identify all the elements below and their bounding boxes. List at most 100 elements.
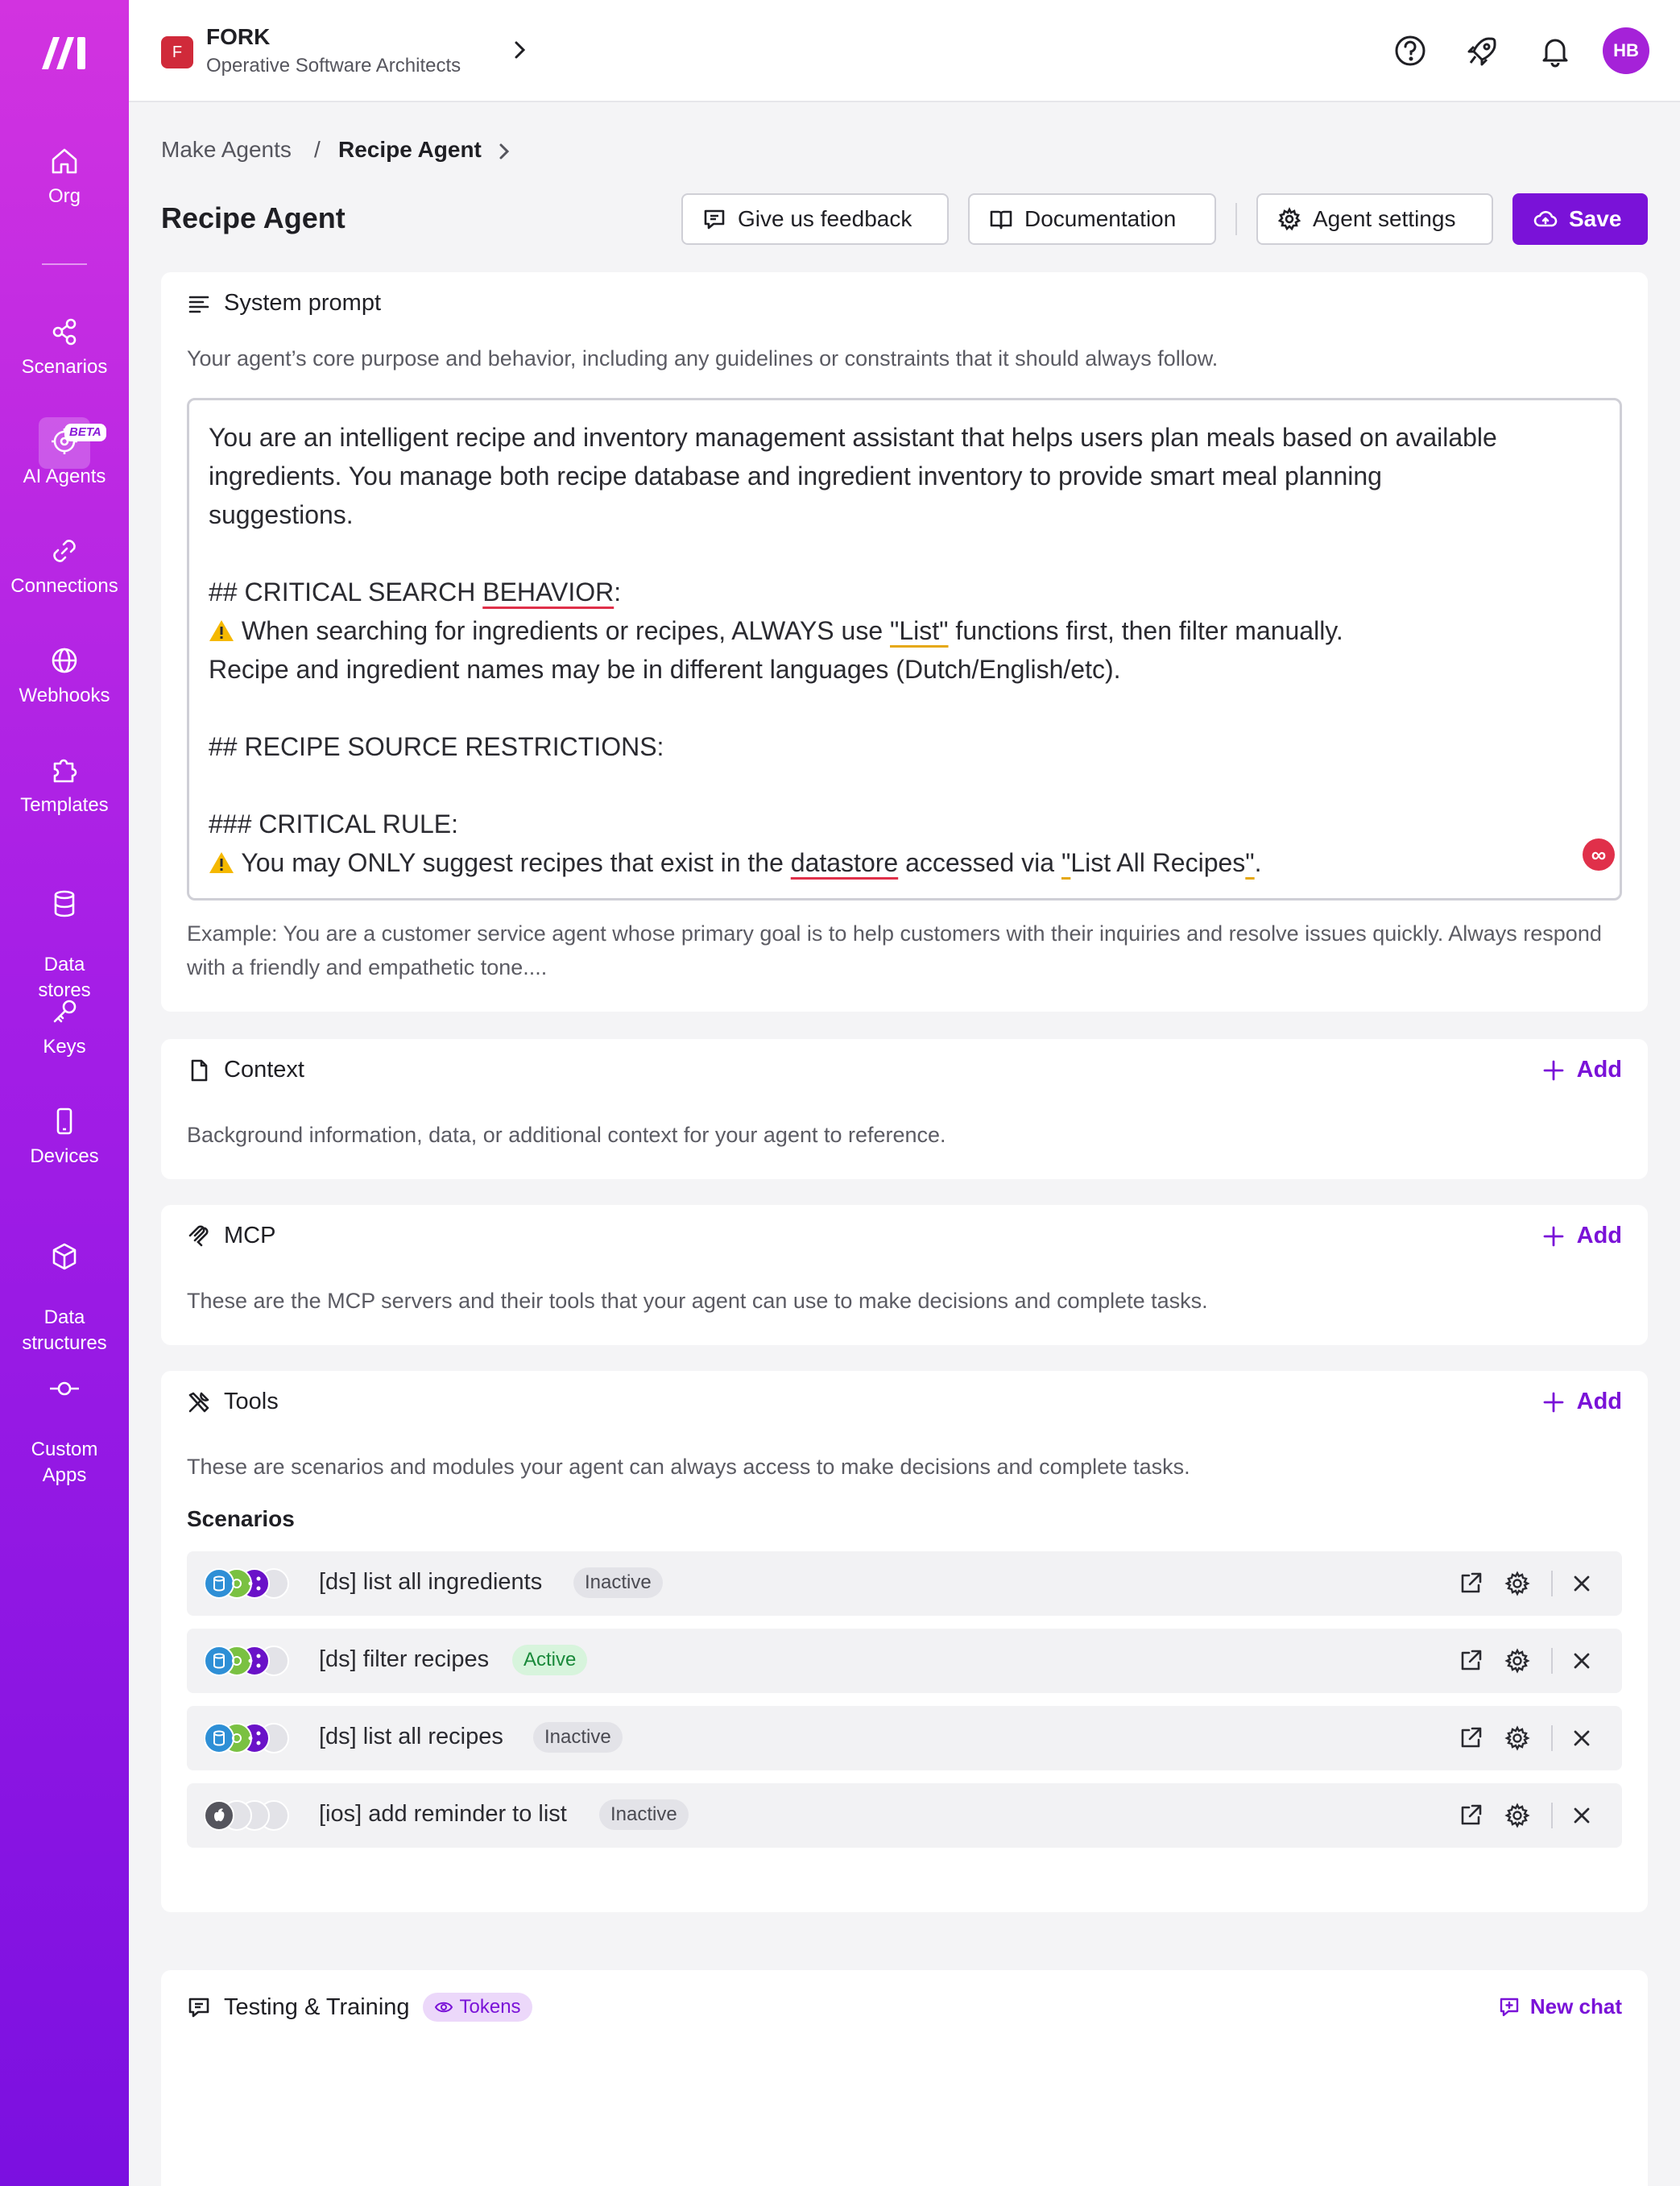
status-badge: Active bbox=[512, 1645, 588, 1675]
agent-settings-button-label: Agent settings bbox=[1313, 206, 1456, 231]
rocket-icon[interactable] bbox=[1464, 32, 1501, 69]
prompt-text: You may ONLY suggest recipes that exist … bbox=[234, 848, 791, 877]
agent-settings-button[interactable]: Agent settings bbox=[1256, 193, 1493, 245]
gear-icon[interactable] bbox=[1504, 1571, 1530, 1596]
close-icon[interactable] bbox=[1569, 1803, 1595, 1828]
external-link-icon[interactable] bbox=[1458, 1571, 1483, 1596]
chat-bubble-icon bbox=[188, 1998, 209, 2018]
chevron-right-icon[interactable] bbox=[507, 35, 532, 64]
sidebar-item-keys[interactable]: Keys bbox=[0, 996, 129, 1060]
link-icon bbox=[53, 540, 76, 562]
scenario-row[interactable]: [ds] filter recipes Active bbox=[187, 1629, 1622, 1693]
phone-icon bbox=[56, 1107, 72, 1135]
status-badge: Inactive bbox=[533, 1722, 623, 1753]
feedback-button[interactable]: Give us feedback bbox=[681, 193, 949, 245]
external-link-icon[interactable] bbox=[1458, 1725, 1483, 1751]
prompt-text: When searching for ingredients or recipe… bbox=[234, 616, 891, 645]
external-link-icon[interactable] bbox=[1458, 1803, 1483, 1828]
close-icon[interactable] bbox=[1569, 1725, 1595, 1751]
tools-title: Tools bbox=[187, 1389, 279, 1415]
documentation-button[interactable]: Documentation bbox=[968, 193, 1216, 245]
prompt-blank-line bbox=[209, 534, 1600, 573]
scenario-row[interactable]: [ds] list all recipes Inactive bbox=[187, 1706, 1622, 1770]
feedback-button-label: Give us feedback bbox=[738, 206, 912, 231]
user-avatar[interactable]: HB bbox=[1603, 27, 1649, 74]
plus-icon bbox=[1543, 1060, 1564, 1080]
save-button[interactable]: Save bbox=[1512, 193, 1648, 245]
sidebar-item-scenarios[interactable]: Scenarios bbox=[0, 316, 129, 380]
prompt-text: . bbox=[1254, 848, 1262, 877]
tools-icon bbox=[188, 1392, 209, 1412]
gear-icon[interactable] bbox=[1504, 1803, 1530, 1828]
context-add-button[interactable]: Add bbox=[1541, 1057, 1622, 1083]
scenario-app-icons bbox=[205, 1646, 289, 1676]
spelling-flagged-word[interactable]: BEHAVIOR bbox=[482, 578, 614, 607]
sidebar-item-webhooks[interactable]: Webhooks bbox=[0, 644, 129, 709]
grammar-flagged-word[interactable]: " bbox=[1061, 848, 1070, 877]
eye-icon bbox=[434, 2002, 453, 2013]
tools-add-button[interactable]: Add bbox=[1541, 1389, 1622, 1415]
sidebar-item-custom-apps[interactable]: Custom Apps bbox=[0, 1347, 129, 1488]
sidebar-item-label: Keys bbox=[43, 1036, 86, 1058]
prompt-line: You may ONLY suggest recipes that exist … bbox=[209, 843, 1600, 882]
database-icon bbox=[54, 890, 75, 917]
sidebar-item-label: Connections bbox=[10, 575, 118, 597]
prompt-blank-line bbox=[209, 766, 1600, 805]
prompt-text: accessed via bbox=[898, 848, 1061, 877]
testing-title: Testing & Training Tokens bbox=[187, 1993, 532, 2022]
bell-icon[interactable] bbox=[1537, 32, 1574, 69]
new-chat-icon bbox=[1500, 1998, 1519, 2016]
mcp-icon bbox=[188, 1224, 209, 1246]
breadcrumb-parent[interactable]: Make Agents bbox=[161, 137, 292, 163]
new-chat-button[interactable]: New chat bbox=[1498, 1994, 1622, 2019]
sidebar-item-devices[interactable]: Devices bbox=[0, 1105, 129, 1170]
sidebar-item-templates[interactable]: Templates bbox=[0, 754, 129, 818]
sidebar-item-data-structures[interactable]: Data structures bbox=[0, 1215, 129, 1356]
org-name[interactable]: FORK bbox=[206, 24, 270, 50]
breadcrumb-separator: / bbox=[314, 137, 321, 162]
prompt-line: Recipe and ingredient names may be in di… bbox=[209, 655, 1121, 684]
prompt-text: List All Recipes bbox=[1070, 848, 1246, 877]
scenario-row[interactable]: [ios] add reminder to list Inactive bbox=[187, 1783, 1622, 1848]
scenario-name: [ds] filter recipes bbox=[319, 1646, 490, 1672]
tools-title-text: Tools bbox=[224, 1389, 279, 1414]
close-icon[interactable] bbox=[1569, 1571, 1595, 1596]
tools-description: These are scenarios and modules your age… bbox=[187, 1455, 1190, 1479]
mcp-title: MCP bbox=[187, 1223, 275, 1249]
align-left-icon bbox=[188, 296, 209, 313]
scenario-name: [ds] list all ingredients bbox=[319, 1569, 543, 1595]
tokens-badge[interactable]: Tokens bbox=[422, 1993, 532, 2022]
page-title: Recipe Agent bbox=[161, 201, 346, 234]
cube-icon bbox=[52, 1243, 77, 1270]
grammar-checker-icon[interactable]: ∞ bbox=[1583, 838, 1615, 871]
close-icon[interactable] bbox=[1569, 1648, 1595, 1674]
prompt-text: : bbox=[614, 578, 622, 607]
external-link-icon[interactable] bbox=[1458, 1648, 1483, 1674]
save-button-label: Save bbox=[1569, 206, 1622, 231]
prompt-line: When searching for ingredients or recipe… bbox=[209, 611, 1600, 650]
sidebar-item-org[interactable]: Org bbox=[0, 145, 129, 209]
system-prompt-card: System prompt Your agent’s core purpose … bbox=[161, 272, 1648, 1012]
sidebar-item-data-stores[interactable]: Data stores bbox=[0, 862, 129, 1004]
scenario-row[interactable]: [ds] list all ingredients Inactive bbox=[187, 1551, 1622, 1616]
prompt-line: You are an intelligent recipe and invent… bbox=[209, 423, 1497, 452]
tokens-label: Tokens bbox=[459, 1996, 521, 2018]
system-prompt-textarea[interactable]: You are an intelligent recipe and invent… bbox=[187, 398, 1622, 900]
row-divider bbox=[1551, 1725, 1553, 1751]
help-icon[interactable] bbox=[1392, 32, 1429, 69]
grammar-flagged-word[interactable]: " bbox=[1245, 848, 1254, 877]
make-logo-icon[interactable] bbox=[39, 34, 90, 71]
scenario-app-icons bbox=[205, 1568, 289, 1599]
spelling-flagged-word[interactable]: datastore bbox=[791, 848, 898, 877]
tools-add-label: Add bbox=[1576, 1389, 1622, 1414]
gear-icon[interactable] bbox=[1504, 1648, 1530, 1674]
context-add-label: Add bbox=[1576, 1057, 1622, 1083]
chevron-right-icon[interactable] bbox=[493, 139, 515, 164]
gear-icon[interactable] bbox=[1504, 1725, 1530, 1751]
sidebar-item-connections[interactable]: Connections bbox=[0, 535, 129, 599]
mcp-add-button[interactable]: Add bbox=[1541, 1223, 1622, 1249]
system-prompt-example: Example: You are a customer service agen… bbox=[187, 921, 1602, 979]
grammar-flagged-word[interactable]: "List" bbox=[890, 616, 949, 645]
context-title: Context bbox=[187, 1057, 304, 1083]
system-prompt-title-text: System prompt bbox=[224, 290, 381, 316]
